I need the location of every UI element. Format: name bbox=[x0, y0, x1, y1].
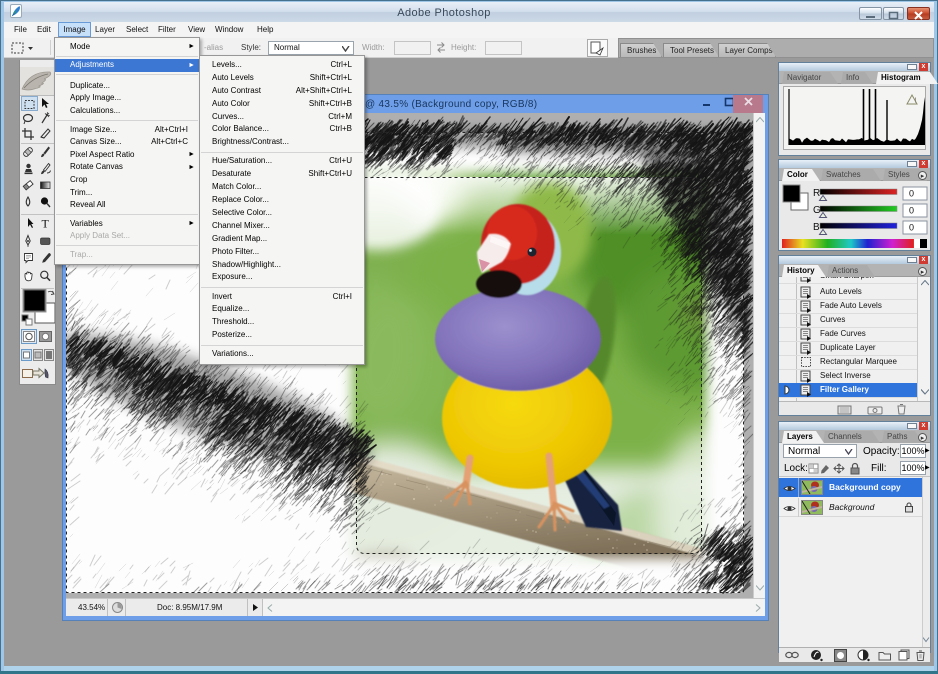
svg-text:0: 0 bbox=[909, 206, 914, 216]
svg-text:B: B bbox=[813, 222, 820, 233]
svg-text:R: R bbox=[813, 188, 820, 199]
svg-text:0: 0 bbox=[909, 223, 914, 233]
svg-text:0: 0 bbox=[909, 189, 914, 199]
svg-text:T: T bbox=[42, 217, 50, 231]
svg-text:!: ! bbox=[915, 98, 917, 105]
